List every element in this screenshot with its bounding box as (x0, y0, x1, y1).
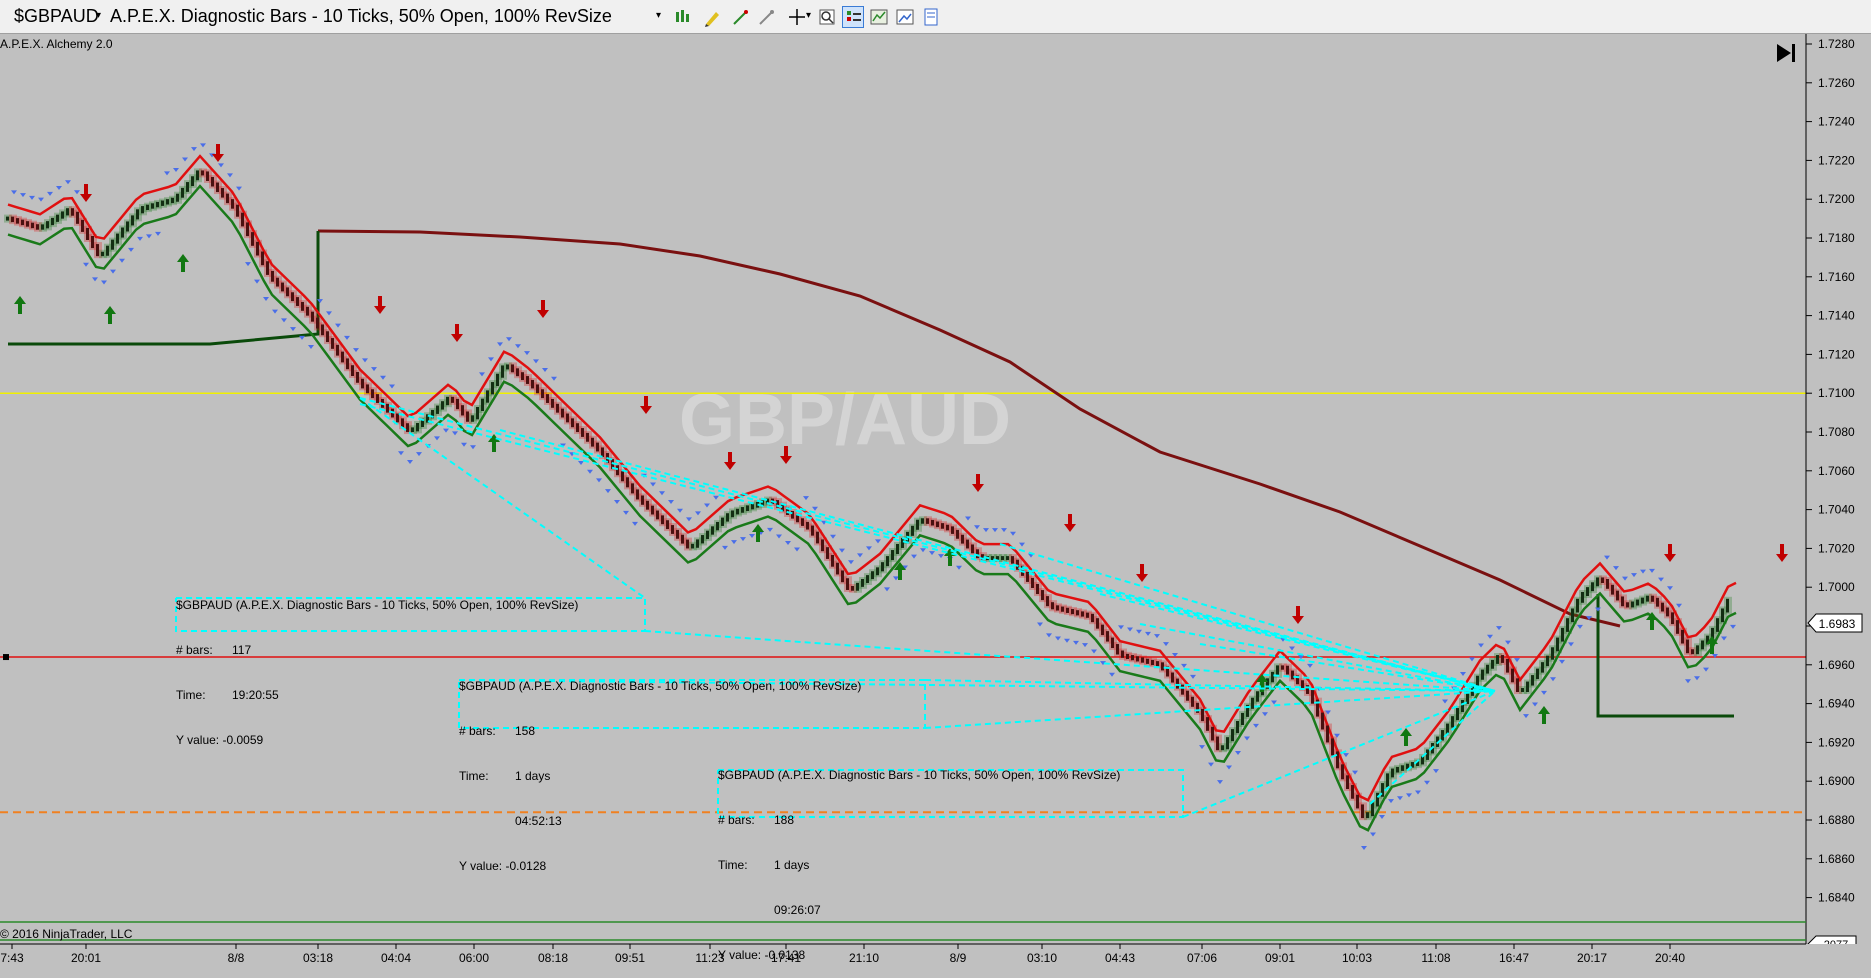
time-tick-label: 08:18 (538, 951, 568, 965)
time-tick-label: 06:00 (459, 951, 489, 965)
buy-signal-arrow (1404, 734, 1408, 746)
measure-box-title: $GBPAUD (A.P.E.X. Diagnostic Bars - 10 T… (459, 679, 862, 693)
price-tick-label: 1.7020 (1818, 541, 1855, 555)
buy-signal-arrow (18, 302, 22, 314)
measure-time-value: 19:20:55 (232, 688, 279, 702)
price-tick-label: 1.7120 (1818, 347, 1855, 361)
price-tick-label: 1.6960 (1818, 658, 1855, 672)
measure-time-value: 04:52:13 (515, 814, 562, 828)
measure-time-label: Time: (176, 688, 206, 702)
measure-bars-label: # bars: (459, 724, 496, 738)
buy-signal-arrow (492, 440, 496, 452)
price-tick-label: 1.7160 (1818, 270, 1855, 284)
measure-box-title: $GBPAUD (A.P.E.X. Diagnostic Bars - 10 T… (176, 598, 579, 612)
price-tick-label: 1.6880 (1818, 813, 1855, 827)
measure-y-label: Y value: (459, 859, 503, 873)
time-tick-label: 20:01 (71, 951, 101, 965)
crosshair-dropdown-icon[interactable]: ▾ (806, 10, 811, 21)
time-tick-label: 07:06 (1187, 951, 1217, 965)
price-tick-label: 1.7180 (1818, 231, 1855, 245)
price-chart[interactable]: A.P.E.X. Alchemy 2.0 GBP/AUD 1.7280 1.726… (0, 34, 1871, 970)
measure-bars-label: # bars: (176, 643, 213, 657)
time-tick-label: 16:47 (1499, 951, 1529, 965)
indicators-icon[interactable] (842, 6, 864, 28)
current-price-label: 1.6983 (1819, 617, 1856, 631)
bar-shading (1724, 596, 1732, 615)
instrument-watermark: GBP/AUD (679, 380, 1011, 460)
measure-bars-label: # bars: (718, 813, 755, 827)
drawing-tools-icon[interactable] (702, 6, 724, 28)
measure-bars-value: 158 (515, 724, 536, 738)
price-tick-label: 1.7140 (1818, 309, 1855, 323)
measure-y-value: -0.0138 (764, 948, 806, 962)
time-tick-label: 04:04 (381, 951, 411, 965)
time-tick-label: 20:40 (1655, 951, 1685, 965)
measure-y-label: Y value: (176, 733, 220, 747)
buy-signal-arrow (108, 312, 112, 324)
price-tick-label: 1.7200 (1818, 192, 1855, 206)
crosshair-icon[interactable] (786, 6, 808, 28)
line-anchor-handle[interactable] (3, 654, 9, 661)
chart-title-dropdown-icon[interactable]: ▾ (656, 10, 661, 21)
time-tick-label: 10:03 (1342, 951, 1372, 965)
measure-bars-value: 188 (774, 813, 795, 827)
buy-signal-arrow (756, 530, 760, 542)
time-tick-label: 8/8 (228, 951, 245, 965)
measure-y-label: Y value: (718, 948, 762, 962)
instrument-dropdown-icon[interactable]: ▾ (96, 10, 101, 21)
copyright-text: © 2016 NinjaTrader, LLC (0, 927, 133, 941)
templates-icon[interactable] (894, 6, 916, 28)
measure-time-days: 1 days (515, 769, 551, 783)
time-tick-label: 09:51 (615, 951, 645, 965)
properties-icon[interactable] (920, 6, 942, 28)
measure-y-value: -0.0059 (222, 733, 264, 747)
price-tick-label: 1.7280 (1818, 37, 1855, 51)
measure-time-days: 1 days (774, 858, 810, 872)
buy-signal-arrow (1710, 642, 1714, 654)
measure-time-value: 09:26:07 (774, 903, 821, 917)
buy-signal-arrow (1650, 618, 1654, 630)
remove-drawings-icon[interactable] (756, 6, 778, 28)
measure-box-3[interactable]: $GBPAUD (A.P.E.X. Diagnostic Bars - 10 T… (718, 738, 1120, 978)
price-tick-label: 1.7260 (1818, 76, 1855, 90)
zoom-icon[interactable] (816, 6, 838, 28)
price-tick-label: 1.7040 (1818, 503, 1855, 517)
time-tick-label: 09:01 (1265, 951, 1295, 965)
measure-bars-value: 117 (232, 643, 252, 657)
buy-signal-arrow (181, 260, 185, 272)
price-tick-label: 1.6920 (1818, 735, 1855, 749)
time-tick-label: 20:17 (1577, 951, 1607, 965)
price-tick-label: 1.7080 (1818, 425, 1855, 439)
price-tick-label: 1.6860 (1818, 852, 1855, 866)
measure-box-title: $GBPAUD (A.P.E.X. Diagnostic Bars - 10 T… (718, 768, 1121, 782)
strategies-icon[interactable] (868, 6, 890, 28)
price-tick-label: 1.7060 (1818, 464, 1855, 478)
buy-signal-arrow (948, 554, 952, 566)
price-tick-label: 1.6900 (1818, 774, 1855, 788)
price-tick-label: 1.7100 (1818, 386, 1855, 400)
time-tick-label: 7:43 (0, 951, 24, 965)
price-tick-label: 1.7240 (1818, 115, 1855, 129)
measure-time-label: Time: (718, 858, 748, 872)
chart-style-icon[interactable] (672, 6, 694, 28)
chart-title[interactable]: A.P.E.X. Diagnostic Bars - 10 Ticks, 50%… (110, 6, 612, 27)
time-tick-label: 03:18 (303, 951, 333, 965)
price-tick-label: 1.7000 (1818, 580, 1855, 594)
indicator-label: A.P.E.X. Alchemy 2.0 (0, 37, 113, 51)
price-tick-label: 1.7220 (1818, 153, 1855, 167)
instrument-selector[interactable]: $GBPAUD (14, 6, 99, 27)
price-tick-label: 1.6840 (1818, 891, 1855, 905)
chart-toolbar: $GBPAUD ▾ A.P.E.X. Diagnostic Bars - 10 … (0, 0, 1871, 34)
price-tick-label: 1.6940 (1818, 697, 1855, 711)
draw-line-icon[interactable] (730, 6, 752, 28)
time-tick-label: 11:08 (1421, 951, 1450, 965)
buy-signal-arrow (1542, 712, 1546, 724)
measure-y-value: -0.0128 (505, 859, 547, 873)
current-price-marker: 1.6983 (1807, 613, 1863, 633)
buy-signal-arrow (898, 568, 902, 580)
measure-time-label: Time: (459, 769, 489, 783)
